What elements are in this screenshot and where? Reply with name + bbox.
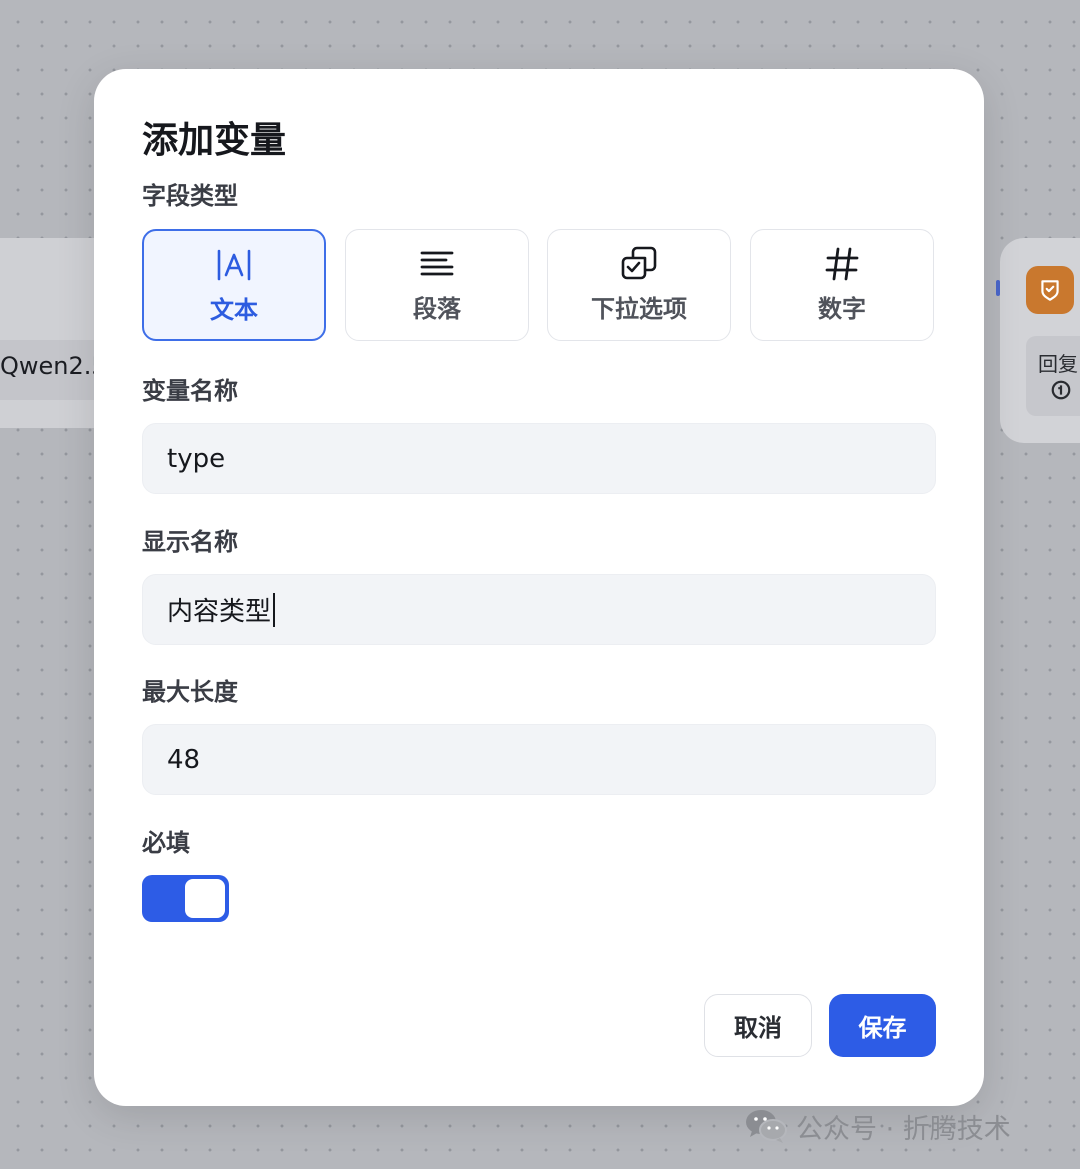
variable-name-value: type — [167, 443, 226, 474]
field-type-text[interactable]: 文本 — [142, 229, 326, 341]
save-button[interactable]: 保存 — [829, 994, 936, 1057]
field-type-dropdown[interactable]: 下拉选项 — [547, 229, 731, 341]
workflow-node-reply: 回复 — [1000, 238, 1080, 443]
shield-check-icon — [1026, 266, 1074, 314]
cancel-button[interactable]: 取消 — [704, 994, 812, 1057]
dropdown-checkbox-icon — [621, 246, 657, 280]
required-label: 必填 — [142, 829, 190, 857]
display-name-input[interactable]: 内容类型 — [142, 574, 936, 645]
reply-label: 回复 — [1038, 352, 1078, 376]
variable-name-input[interactable]: type — [142, 423, 936, 494]
field-type-dropdown-label: 下拉选项 — [591, 295, 687, 323]
field-type-label: 字段类型 — [142, 182, 238, 210]
field-type-text-label: 文本 — [210, 296, 258, 324]
toggle-knob — [185, 879, 225, 918]
field-type-number-label: 数字 — [818, 295, 866, 323]
required-toggle[interactable] — [142, 875, 229, 922]
field-type-selector: 文本 段落 下拉选项 数字 — [142, 229, 936, 343]
field-type-paragraph-label: 段落 — [413, 295, 461, 323]
watermark: 公众号 · 折腾技术 — [744, 1106, 1011, 1146]
display-name-value: 内容类型 — [167, 597, 272, 627]
paragraph-lines-icon — [420, 251, 454, 276]
field-type-number[interactable]: 数字 — [750, 229, 934, 341]
hash-icon — [825, 247, 859, 281]
field-type-paragraph[interactable]: 段落 — [345, 229, 529, 341]
max-length-value: 48 — [167, 744, 201, 775]
watermark-text: 公众号 · 折腾技术 — [796, 1113, 1011, 1145]
max-length-label: 最大长度 — [142, 678, 238, 706]
text-caret — [273, 592, 276, 627]
wechat-icon — [746, 1110, 787, 1143]
max-length-input[interactable]: 48 — [142, 724, 936, 795]
dialog-title: 添加变量 — [142, 120, 287, 161]
display-name-label: 显示名称 — [142, 528, 238, 556]
variable-name-label: 变量名称 — [142, 377, 238, 405]
info-circle-icon — [1051, 380, 1071, 400]
add-variable-dialog: 添加变量 字段类型 文本 段落 下拉选项 数字 变量名称 type 显示名称 内… — [94, 69, 984, 1106]
text-cursor-icon — [217, 249, 251, 281]
model-label: Qwen2.5 — [0, 352, 107, 380]
